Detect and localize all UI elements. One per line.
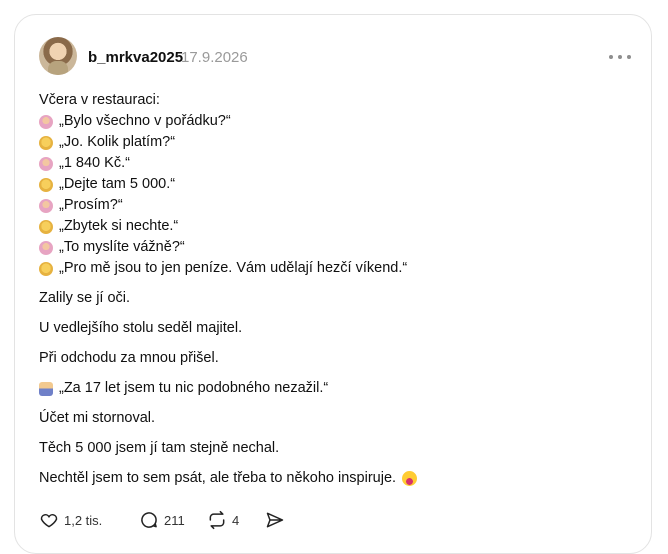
like-button[interactable]: 1,2 tis. [39, 510, 139, 530]
repost-button[interactable]: 4 [207, 510, 265, 530]
share-button[interactable] [265, 510, 285, 530]
dialog-line: „To myslíte vážně?“ [39, 237, 639, 258]
dialog-line: „1 840 Kč.“ [39, 153, 639, 174]
paragraph: U vedlejšího stolu seděl majitel. [39, 320, 243, 336]
like-count: 1,2 tis. [64, 512, 103, 528]
comment-icon [141, 512, 157, 528]
paragraph: Při odchodu za mnou přišel. [39, 350, 219, 366]
laughing-emoji-icon [402, 471, 418, 486]
man-icon [39, 177, 53, 192]
reply-button[interactable]: 211 [139, 510, 207, 530]
send-icon [266, 512, 284, 528]
post-content: Včera v restauraci: „Bylo všechno v pořá… [39, 90, 639, 489]
paragraph: „Za 17 let jsem tu nic podobného nezažil… [39, 378, 639, 399]
woman-icon [39, 156, 53, 171]
businessman-icon [39, 381, 53, 396]
dialog-line: „Pro mě jsou to jen peníze. Vám udělají … [39, 258, 639, 279]
repost-count: 4 [232, 512, 240, 528]
dialog-line: „Jo. Kolik platím?“ [39, 132, 639, 153]
woman-icon [39, 198, 53, 213]
dialog-line: „Bylo všechno v pořádku?“ [39, 111, 639, 132]
man-icon [39, 219, 53, 234]
man-icon [39, 135, 53, 150]
more-options-icon[interactable] [609, 51, 631, 63]
post-intro: Včera v restauraci: [39, 92, 160, 108]
avatar[interactable] [39, 37, 77, 75]
heart-icon [40, 513, 58, 528]
post-date[interactable]: 17.9.2026 [181, 49, 248, 66]
paragraph: Nechtěl jsem to sem psát, ale třeba to n… [39, 468, 639, 489]
man-icon [39, 261, 53, 276]
paragraph: Zalily se jí oči. [39, 290, 131, 306]
repost-icon [209, 510, 225, 530]
username[interactable]: b_mrkva2025 [88, 49, 183, 66]
paragraph: Těch 5 000 jsem jí tam stejně nechal. [39, 440, 280, 456]
post-card: b_mrkva2025 17.9.2026 Včera v restauraci… [14, 14, 652, 554]
post-actions: 1,2 tis. 211 4 [39, 509, 339, 531]
dialog-line: „Dejte tam 5 000.“ [39, 174, 639, 195]
woman-icon [39, 114, 53, 129]
reply-count: 211 [164, 512, 185, 528]
paragraph: Účet mi stornoval. [39, 410, 156, 426]
dialog-line: „Zbytek si nechte.“ [39, 216, 639, 237]
dialog-line: „Prosím?“ [39, 195, 639, 216]
woman-icon [39, 240, 53, 255]
